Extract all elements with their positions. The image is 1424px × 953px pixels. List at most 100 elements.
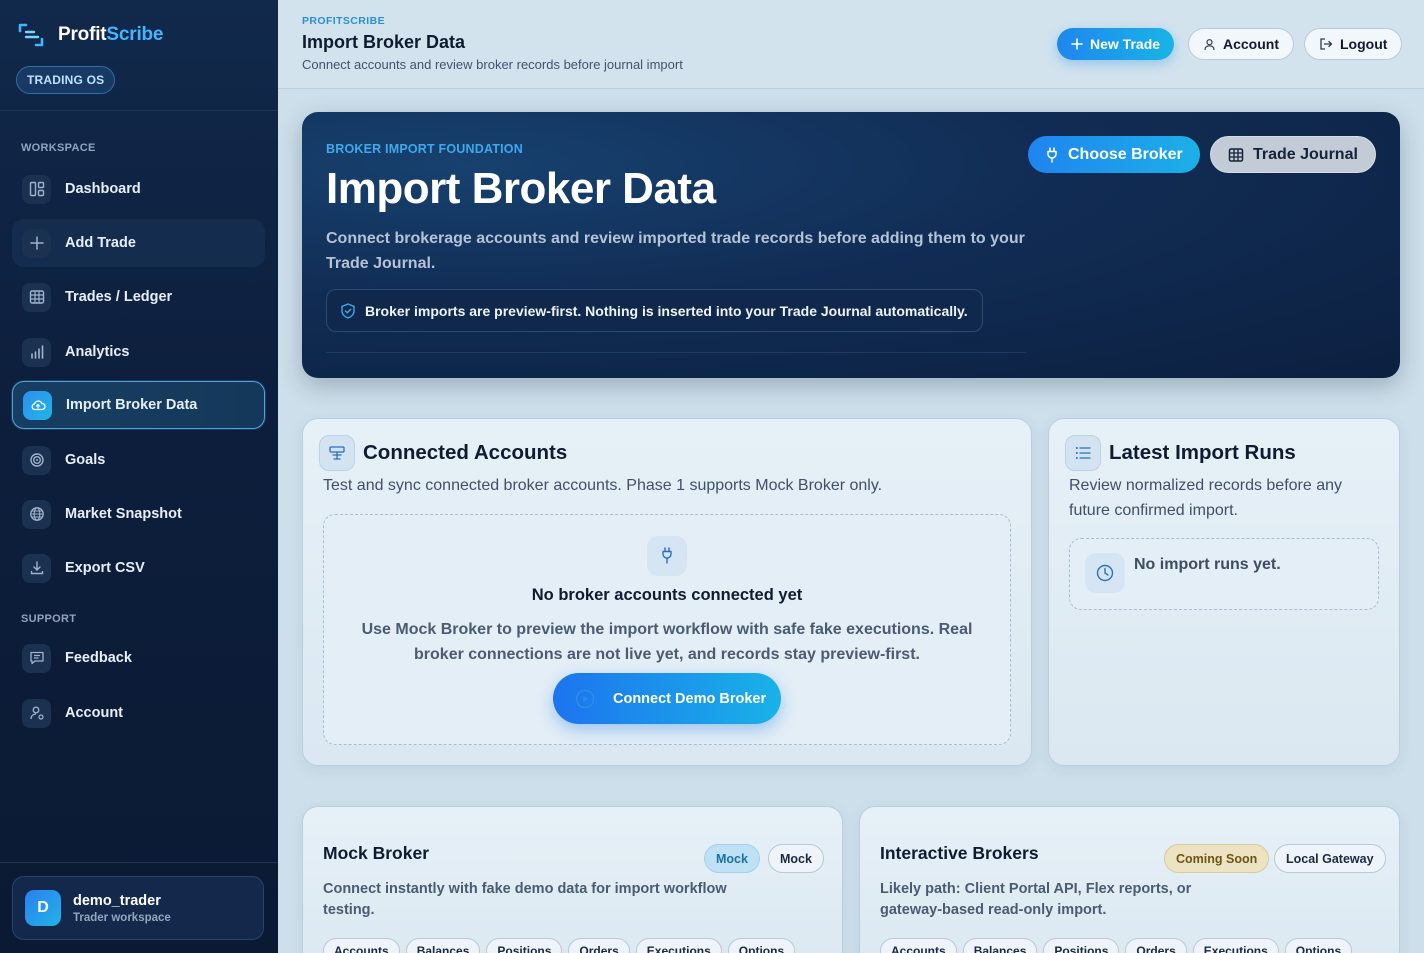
sidebar-item-label: Export CSV bbox=[65, 560, 145, 576]
user-icon bbox=[1204, 38, 1215, 50]
broker-name: Interactive Brokers bbox=[880, 843, 1039, 863]
sidebar-item-market-snapshot[interactable]: Market Snapshot bbox=[12, 490, 265, 538]
message-icon bbox=[22, 643, 51, 673]
plus-icon bbox=[22, 228, 51, 258]
choose-broker-button[interactable]: Choose Broker bbox=[1028, 136, 1200, 173]
server-icon bbox=[319, 435, 355, 471]
status-badge: Coming Soon bbox=[1164, 844, 1270, 873]
tag: Positions bbox=[486, 938, 563, 953]
sidebar-item-goals[interactable]: Goals bbox=[12, 436, 265, 484]
tag: Options bbox=[1284, 938, 1353, 953]
sidebar-item-dashboard[interactable]: Dashboard bbox=[12, 165, 265, 213]
page-subtitle: Connect accounts and review broker recor… bbox=[302, 57, 683, 72]
connect-demo-broker-button[interactable]: Connect Demo Broker bbox=[553, 673, 781, 724]
target-icon bbox=[22, 445, 51, 475]
globe-icon bbox=[22, 499, 51, 529]
tag: Balances bbox=[405, 938, 481, 953]
capability-tags: Accounts Balances Positions Orders Execution… bbox=[323, 938, 801, 953]
logout-button[interactable]: Logout bbox=[1304, 28, 1403, 60]
broker-name: Mock Broker bbox=[323, 843, 430, 863]
sidebar-item-feedback[interactable]: Feedback bbox=[12, 634, 265, 682]
status-badge: Mock bbox=[704, 844, 760, 873]
new-trade-label: New Trade bbox=[1090, 36, 1161, 52]
tag: Orders bbox=[568, 938, 630, 953]
sidebar-item-label: Dashboard bbox=[65, 181, 141, 197]
sidebar-item-label: Account bbox=[65, 705, 123, 721]
empty-description: Use Mock Broker to preview the import wo… bbox=[361, 621, 973, 663]
user-role: Trader workspace bbox=[73, 911, 171, 924]
plug-icon bbox=[1047, 146, 1057, 163]
sidebar-item-account[interactable]: Account bbox=[12, 689, 265, 737]
runs-empty-state: No import runs yet. bbox=[1069, 538, 1379, 610]
connect-demo-broker-label: Connect Demo Broker bbox=[613, 690, 767, 707]
broker-description: Likely path: Client Portal API, Flex rep… bbox=[880, 881, 1192, 918]
card-subtitle: Review normalized records before any fut… bbox=[1069, 477, 1343, 519]
trade-journal-button[interactable]: Trade Journal bbox=[1210, 136, 1376, 173]
plug-icon bbox=[647, 536, 687, 576]
hero-panel: BROKER IMPORT FOUNDATION Import Broker D… bbox=[302, 112, 1400, 378]
tag: Accounts bbox=[323, 938, 400, 953]
card-title: Connected Accounts bbox=[363, 441, 568, 464]
tag: Executions bbox=[635, 938, 722, 953]
avatar: D bbox=[25, 890, 61, 926]
user-settings-icon bbox=[22, 698, 51, 728]
trading-os-badge: TRADING OS bbox=[16, 66, 116, 94]
play-icon bbox=[575, 689, 595, 708]
breadcrumb: PROFITSCRIBE bbox=[302, 15, 385, 27]
sidebar-item-label: Trades / Ledger bbox=[65, 289, 173, 305]
page-title: Import Broker Data bbox=[302, 32, 466, 52]
latest-import-runs-card: Latest Import Runs Review normalized rec… bbox=[1048, 418, 1400, 766]
sidebar-item-import-broker-data[interactable]: Import Broker Data bbox=[12, 381, 265, 429]
broker-card-interactive-brokers[interactable]: Interactive Brokers Coming Soon Local Ga… bbox=[859, 806, 1400, 953]
brand-name: ProfitScribe bbox=[58, 24, 164, 45]
card-title: Latest Import Runs bbox=[1109, 441, 1296, 464]
empty-title: No broker accounts connected yet bbox=[531, 586, 803, 604]
hero-eyebrow: BROKER IMPORT FOUNDATION bbox=[326, 142, 523, 156]
brand[interactable]: ProfitScribe bbox=[18, 22, 163, 48]
choose-broker-label: Choose Broker bbox=[1068, 145, 1183, 163]
hero-description: Connect brokerage accounts and review im… bbox=[326, 230, 1025, 272]
user-name: demo_trader bbox=[73, 892, 161, 909]
sidebar-item-label: Analytics bbox=[65, 344, 130, 360]
account-button[interactable]: Account bbox=[1188, 28, 1294, 60]
logout-icon bbox=[1320, 38, 1333, 50]
broker-card-mock[interactable]: Mock Broker Mock Mock Connect instantly … bbox=[302, 806, 843, 953]
trade-journal-label: Trade Journal bbox=[1253, 145, 1358, 163]
mode-badge: Local Gateway bbox=[1274, 844, 1386, 873]
sidebar-divider bbox=[0, 110, 278, 111]
sidebar-item-label: Goals bbox=[65, 452, 106, 468]
top-bar: PROFITSCRIBE Import Broker Data Connect … bbox=[278, 0, 1424, 89]
sidebar-item-label: Feedback bbox=[65, 650, 132, 666]
download-icon bbox=[22, 553, 51, 583]
notice-text: Broker imports are preview-first. Nothin… bbox=[365, 302, 968, 319]
sidebar: ProfitScribe TRADING OS WORKSPACE Dashbo… bbox=[0, 0, 278, 953]
mode-badge: Mock bbox=[768, 844, 824, 873]
logout-label: Logout bbox=[1340, 36, 1388, 52]
profitscribe-logo-icon bbox=[18, 23, 44, 47]
preview-first-notice: Broker imports are preview-first. Nothin… bbox=[326, 289, 983, 332]
tag: Options bbox=[727, 938, 796, 953]
cloud-upload-icon bbox=[23, 390, 52, 420]
support-section-label: SUPPORT bbox=[21, 613, 77, 625]
new-trade-button[interactable]: New Trade bbox=[1057, 28, 1175, 60]
list-icon bbox=[1065, 435, 1101, 471]
table-icon bbox=[22, 282, 51, 312]
sidebar-item-export-csv[interactable]: Export CSV bbox=[12, 544, 265, 592]
user-card[interactable]: D demo_trader Trader workspace bbox=[12, 876, 264, 940]
runs-empty-text: No import runs yet. bbox=[1134, 556, 1281, 573]
card-subtitle: Test and sync connected broker accounts.… bbox=[323, 477, 883, 494]
broker-description: Connect instantly with fake demo data fo… bbox=[323, 881, 727, 918]
sidebar-item-trades-ledger[interactable]: Trades / Ledger bbox=[12, 273, 265, 321]
bar-chart-icon bbox=[22, 337, 51, 367]
sidebar-item-add-trade[interactable]: Add Trade bbox=[12, 219, 265, 267]
empty-state: No broker accounts connected yet Use Moc… bbox=[323, 514, 1011, 745]
tag: Balances bbox=[962, 938, 1038, 953]
tag: Accounts bbox=[880, 938, 957, 953]
sidebar-item-analytics[interactable]: Analytics bbox=[12, 328, 265, 376]
hero-title: Import Broker Data bbox=[326, 164, 716, 213]
capability-tags: Accounts Balances Positions Orders Execution… bbox=[880, 938, 1358, 953]
sidebar-item-label: Market Snapshot bbox=[65, 506, 182, 522]
tag: Positions bbox=[1043, 938, 1120, 953]
plus-icon bbox=[1071, 38, 1083, 50]
sidebar-item-label: Import Broker Data bbox=[66, 397, 198, 413]
